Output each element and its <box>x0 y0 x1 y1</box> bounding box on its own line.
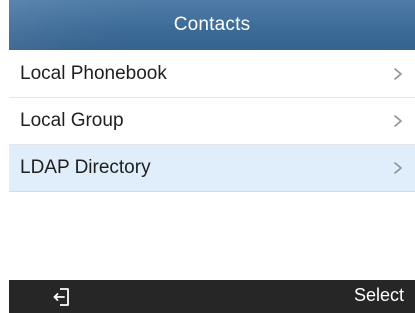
chevron-right-icon <box>393 114 403 128</box>
softkey-bar: Select <box>9 280 415 313</box>
menu-item-label: Local Phonebook <box>20 63 167 84</box>
menu-item-local-group[interactable]: Local Group <box>9 98 415 145</box>
select-softkey[interactable]: Select <box>354 285 404 306</box>
page-title: Contacts <box>173 14 251 35</box>
title-bar: Contacts <box>9 0 415 50</box>
chevron-right-icon <box>393 67 403 81</box>
chevron-right-icon <box>393 161 403 175</box>
menu-item-ldap-directory[interactable]: LDAP Directory <box>9 145 415 192</box>
menu-item-label: Local Group <box>20 110 124 131</box>
contacts-screen: Contacts Local Phonebook Local Group LDA… <box>9 0 415 313</box>
menu-item-local-phonebook[interactable]: Local Phonebook <box>9 51 415 98</box>
menu-item-label: LDAP Directory <box>20 157 151 178</box>
exit-icon[interactable] <box>53 287 71 307</box>
contacts-menu-list: Local Phonebook Local Group LDAP Directo… <box>9 51 415 192</box>
